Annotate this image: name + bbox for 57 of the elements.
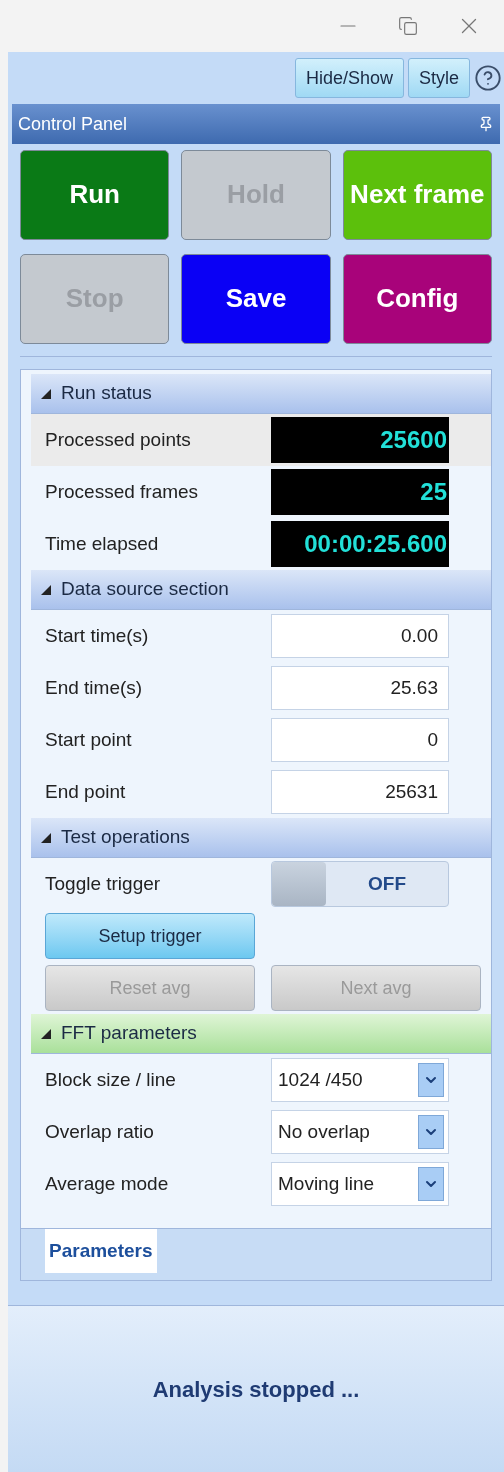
help-icon[interactable] [474, 64, 502, 92]
section-header[interactable]: Run status [31, 374, 491, 414]
section-title: Test operations [61, 825, 190, 850]
property-row[interactable]: Block size / line 1024 /450 [31, 1054, 491, 1106]
action-button[interactable]: Setup trigger [45, 913, 255, 959]
expand-icon [41, 1028, 51, 1039]
property-label: Average mode [44, 1171, 170, 1196]
section-title: FFT parameters [61, 1021, 197, 1046]
readout-display: 00:00:25.600 [271, 521, 449, 567]
input-field[interactable]: 0 [271, 718, 449, 762]
property-row[interactable]: Toggle trigger OFF [31, 858, 491, 910]
dropdown[interactable]: No overlap [271, 1110, 449, 1154]
expand-icon [41, 388, 51, 399]
property-label: Start time(s) [44, 623, 150, 648]
section-title: Data source section [61, 577, 229, 602]
property-row[interactable]: Overlap ratio No overlap [31, 1106, 491, 1158]
action-button[interactable]: Save [181, 254, 331, 344]
dropdown[interactable]: Moving line [271, 1162, 449, 1206]
pin-icon[interactable] [478, 116, 494, 132]
property-label: Block size / line [44, 1067, 177, 1092]
readout-display: 25600 [271, 417, 449, 463]
property-label: Overlap ratio [44, 1119, 155, 1144]
property-label: Processed frames [44, 479, 200, 504]
property-row[interactable]: Start time(s) 0.00 [31, 610, 491, 662]
input-field[interactable]: 25631 [271, 770, 449, 814]
status-text: Analysis stopped ... [152, 1375, 360, 1404]
property-label: End point [44, 779, 127, 804]
property-row[interactable]: End time(s) 25.63 [31, 662, 491, 714]
panel-title: Control Panel [18, 112, 128, 136]
action-button[interactable]: Run [20, 150, 170, 240]
input-field[interactable]: 0.00 [271, 614, 449, 658]
section-header[interactable]: Test operations [31, 818, 491, 858]
section-title: Run status [61, 381, 152, 406]
property-row[interactable]: Average mode Moving line [31, 1158, 491, 1210]
property-label: Start point [44, 727, 133, 752]
restore-icon[interactable] [398, 16, 418, 36]
expand-icon [41, 832, 51, 843]
property-row[interactable]: Processed points 25600 [31, 414, 491, 466]
expand-icon [41, 584, 51, 595]
property-label: End time(s) [44, 675, 144, 700]
section-header[interactable]: Data source section [31, 570, 491, 610]
toolbar-button[interactable]: Style [407, 58, 470, 98]
property-label: Toggle trigger [44, 871, 162, 896]
dropdown[interactable]: 1024 /450 [271, 1058, 449, 1102]
property-row[interactable]: Processed frames 25 [31, 466, 491, 518]
property-row[interactable]: Time elapsed 00:00:25.600 [31, 518, 491, 570]
section-header[interactable]: FFT parameters [31, 1014, 491, 1054]
property-label: Time elapsed [44, 531, 160, 556]
toggle-switch[interactable]: OFF [271, 861, 449, 907]
property-row[interactable]: Start point 0 [31, 714, 491, 766]
readout-display: 25 [271, 469, 449, 515]
action-button[interactable]: Config [342, 254, 492, 344]
toolbar-button[interactable]: Hide/Show [294, 58, 404, 98]
property-row[interactable]: End point 25631 [31, 766, 491, 818]
input-field[interactable]: 25.63 [271, 666, 449, 710]
property-label: Processed points [44, 427, 192, 452]
panel-tab[interactable]: Parameters [45, 1229, 157, 1273]
